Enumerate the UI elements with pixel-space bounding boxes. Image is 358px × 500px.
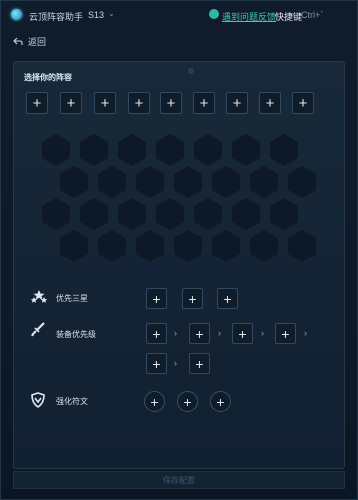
priority-star-slot-1[interactable]: + [146,288,167,309]
hex-cell[interactable] [270,134,298,166]
priority-star-slot-2[interactable]: + [182,288,203,309]
lineup-slot-8[interactable]: + [259,92,281,114]
hex-cell[interactable] [194,134,222,166]
lineup-slot-6[interactable]: + [193,92,215,114]
hex-cell[interactable] [250,230,278,262]
hex-cell[interactable] [288,166,316,198]
equipment-slot-6[interactable]: + [189,353,210,374]
chevron-down-icon[interactable]: ⌄ [108,9,115,18]
hex-cell[interactable] [136,166,164,198]
lineup-slot-3[interactable]: + [94,92,116,114]
equipment-priority-label: 装备优先级 [56,330,96,339]
augment-slot-1[interactable]: + [144,391,165,412]
priority-star-slot-3[interactable]: + [217,288,238,309]
hex-cell[interactable] [136,230,164,262]
hex-cell[interactable] [194,198,222,230]
lineup-slot-1[interactable]: + [26,92,48,114]
lineup-panel: 选择你的阵容 + + + + + + + + + 优先三星 + + + 装备优先… [13,61,345,469]
lineup-slot-9[interactable]: + [292,92,314,114]
equipment-slot-1[interactable]: + [146,323,167,344]
augment-slot-3[interactable]: + [210,391,231,412]
lineup-slot-7[interactable]: + [226,92,248,114]
save-button[interactable]: 保存配置 [13,471,345,489]
hex-cell[interactable] [232,134,260,166]
season-selector[interactable]: S13 [88,10,104,20]
lineup-section-title: 选择你的阵容 [24,73,72,82]
shield-rune-icon [31,392,45,408]
lineup-slot-5[interactable]: + [160,92,182,114]
hex-cell[interactable] [288,230,316,262]
title-bar: 云顶阵容助手 S13 ⌄ 遇到问题反馈 快捷键 Ctrl+` [1,1,357,29]
decorative-dot [188,68,194,74]
lineup-slot-4[interactable]: + [128,92,150,114]
chevron-right-icon: › [174,358,177,368]
hex-cell[interactable] [80,134,108,166]
hex-cell[interactable] [42,198,70,230]
sword-icon [31,322,45,337]
hex-cell[interactable] [174,230,202,262]
hex-cell[interactable] [98,230,126,262]
hex-cell[interactable] [156,198,184,230]
hex-cell[interactable] [212,230,240,262]
chevron-right-icon: › [261,328,264,338]
hex-cell[interactable] [60,166,88,198]
hex-cell[interactable] [212,166,240,198]
lineup-slot-2[interactable]: + [60,92,82,114]
hex-cell[interactable] [232,198,260,230]
hex-cell[interactable] [118,198,146,230]
chevron-right-icon: › [174,328,177,338]
app-title: 云顶阵容助手 [29,12,84,22]
hotkey-label: 快捷键 [275,12,303,22]
equipment-slot-4[interactable]: + [275,323,296,344]
back-arrow-icon [13,37,23,45]
hex-cell[interactable] [270,198,298,230]
app-logo-icon [11,9,22,20]
hex-cell[interactable] [42,134,70,166]
hex-cell[interactable] [80,198,108,230]
hotkey-value: Ctrl+` [301,10,324,20]
augment-label: 强化符文 [56,397,88,406]
back-button[interactable]: 返回 [13,35,46,48]
equipment-slot-5[interactable]: + [146,353,167,374]
three-stars-icon [30,290,48,303]
hex-cell[interactable] [174,166,202,198]
app-window: 云顶阵容助手 S13 ⌄ 遇到问题反馈 快捷键 Ctrl+` 返回 选择你的阵容… [0,0,358,500]
hex-cell[interactable] [250,166,278,198]
equipment-slot-2[interactable]: + [189,323,210,344]
hex-cell[interactable] [118,134,146,166]
augment-slot-2[interactable]: + [177,391,198,412]
feedback-icon[interactable] [209,9,219,19]
feedback-link[interactable]: 遇到问题反馈 [222,10,276,23]
hex-cell[interactable] [60,230,88,262]
chevron-right-icon: › [304,328,307,338]
priority-star-label: 优先三星 [56,294,88,303]
back-label: 返回 [28,37,47,47]
chevron-right-icon: › [218,328,221,338]
equipment-slot-3[interactable]: + [232,323,253,344]
hex-cell[interactable] [98,166,126,198]
hex-cell[interactable] [156,134,184,166]
